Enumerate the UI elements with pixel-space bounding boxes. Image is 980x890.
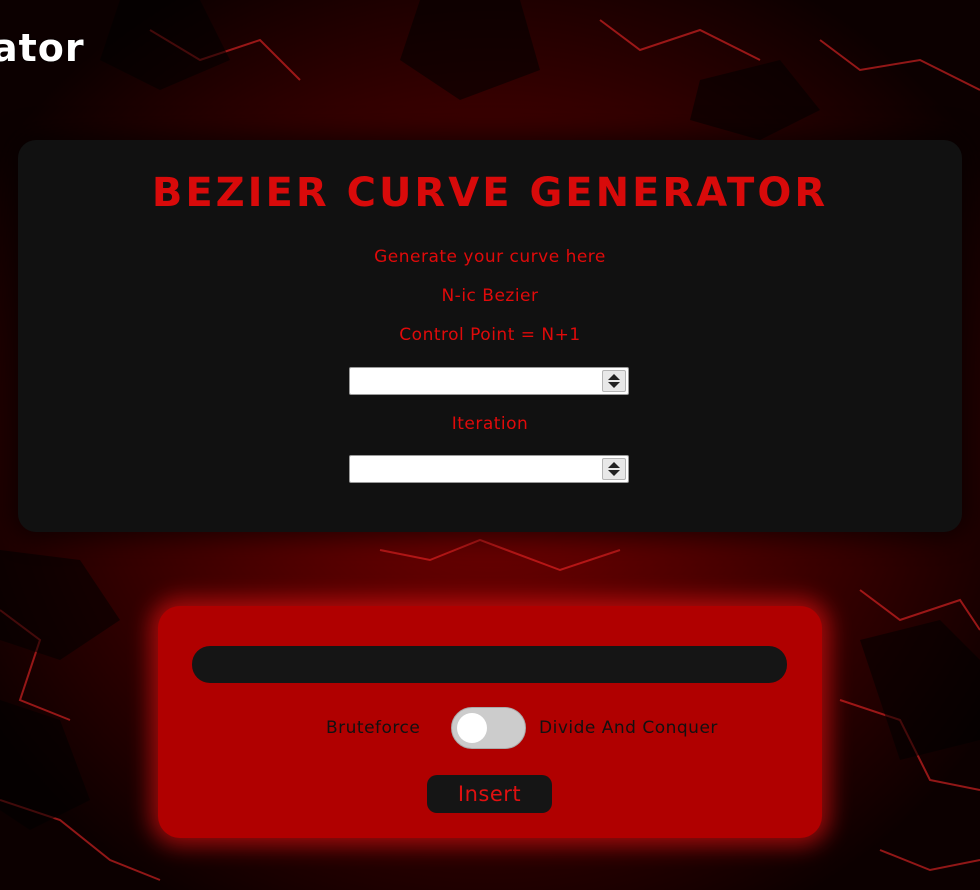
algorithm-toggle[interactable] (451, 707, 526, 749)
chevron-up-icon[interactable] (608, 374, 620, 380)
points-input-value[interactable] (210, 655, 770, 675)
iteration-input[interactable] (349, 455, 629, 483)
divide-and-conquer-label: Divide And Conquer (539, 718, 718, 738)
control-point-input[interactable] (349, 367, 629, 395)
iteration-spinner[interactable] (602, 458, 626, 480)
iteration-label: Iteration (451, 414, 529, 434)
subtitle: Generate your curve here (374, 247, 606, 267)
app-logo-text: ator (0, 26, 85, 70)
curve-type-label: N-ic Bezier (441, 286, 539, 306)
chevron-up-icon[interactable] (608, 462, 620, 468)
chevron-down-icon[interactable] (608, 382, 620, 388)
control-point-label: Control Point = N+1 (399, 325, 581, 345)
bruteforce-label: Bruteforce (326, 718, 421, 738)
page-title: Bezier Curve Generator (151, 170, 829, 216)
chevron-down-icon[interactable] (608, 470, 620, 476)
toggle-knob (457, 713, 487, 743)
control-point-spinner[interactable] (602, 370, 626, 392)
control-point-value[interactable] (354, 371, 599, 391)
points-input[interactable] (192, 646, 787, 683)
iteration-value[interactable] (354, 459, 599, 479)
insert-button[interactable]: Insert (427, 775, 552, 813)
